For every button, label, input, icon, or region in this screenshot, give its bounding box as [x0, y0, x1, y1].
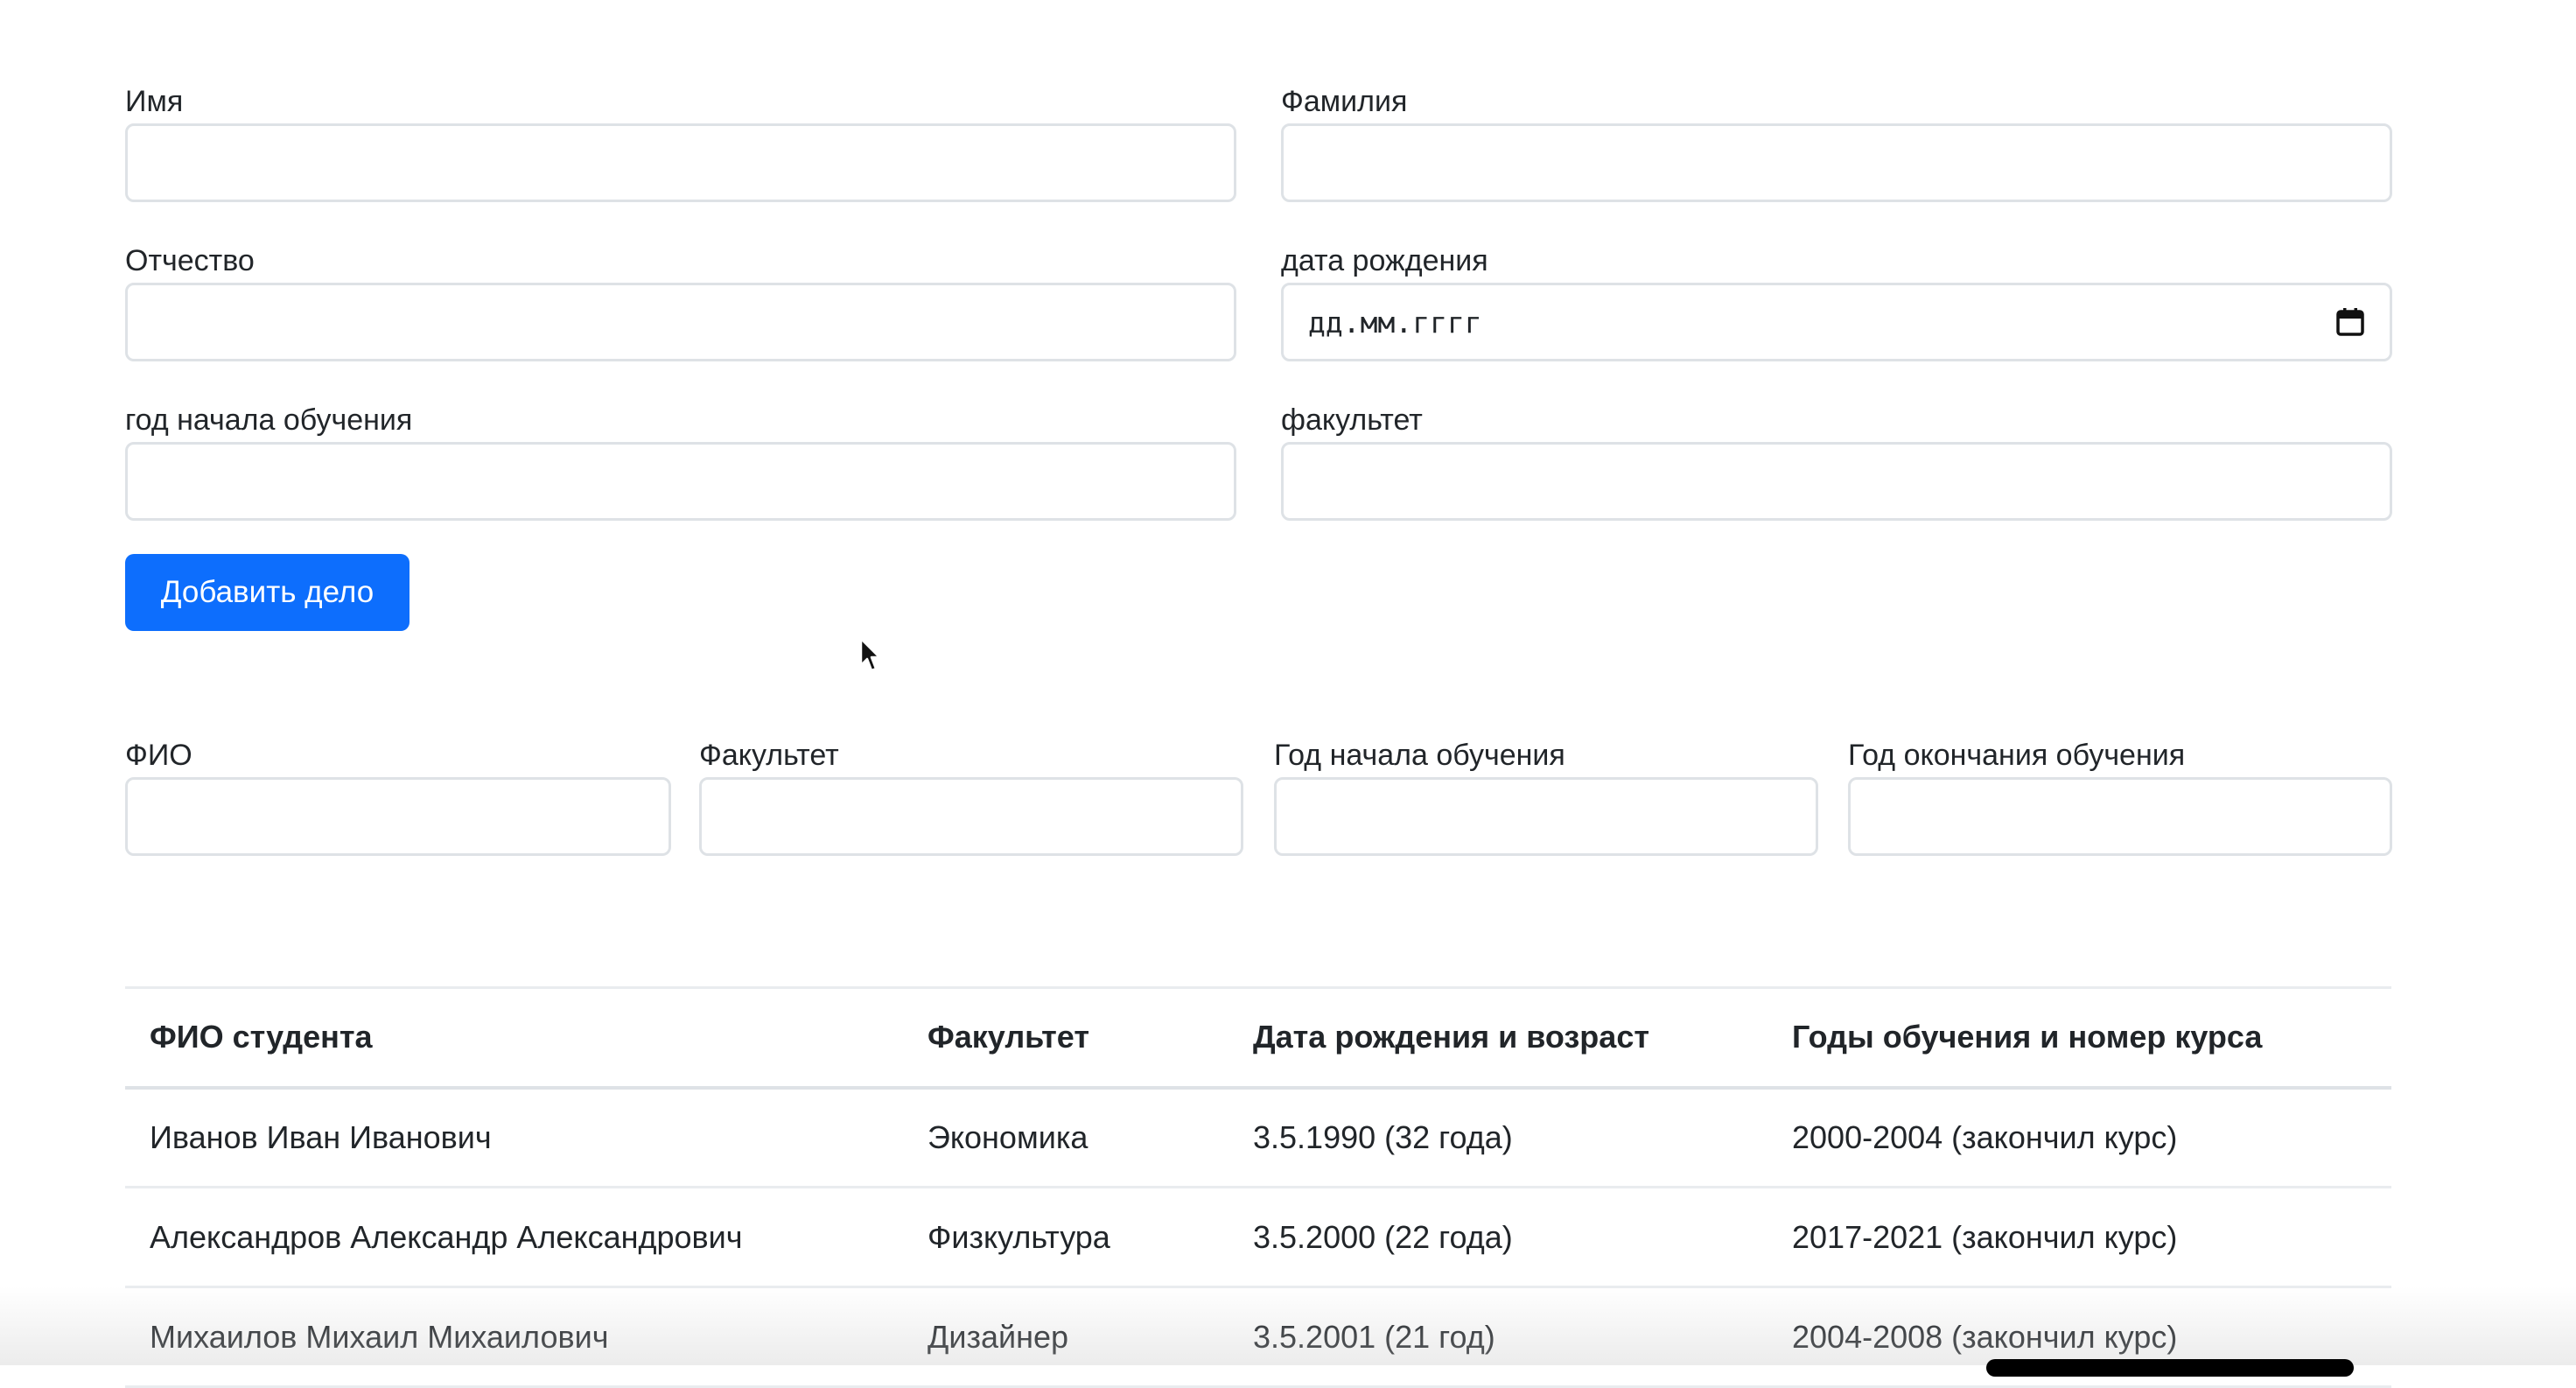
filter-start-year-label: Год начала обучения [1274, 739, 1565, 772]
students-table: ФИО студента Факультет Дата рождения и в… [125, 986, 2391, 1388]
overlay-bar [1986, 1359, 2354, 1377]
cell-study-years: 2017-2021 (закончил курс) [1792, 1218, 2178, 1255]
birth-date-input[interactable]: дд.мм.гггг [1281, 283, 2392, 361]
header-faculty[interactable]: Факультет [903, 988, 1228, 1088]
calendar-icon[interactable] [2335, 307, 2365, 337]
filter-start-year-input[interactable] [1274, 777, 1818, 856]
filter-faculty-input[interactable] [699, 777, 1243, 856]
first-name-label: Имя [125, 85, 184, 118]
start-year-label: год начала обучения [125, 403, 413, 437]
cell-faculty: Дизайнер [928, 1318, 1069, 1355]
filter-faculty-label: Факультет [699, 739, 839, 772]
cell-fio: Михаилов Михаил Михаилович [150, 1318, 609, 1355]
first-name-input[interactable] [125, 123, 1236, 202]
filter-fio-input[interactable] [125, 777, 671, 856]
filter-fio-label: ФИО [125, 739, 192, 772]
cell-fio: Иванов Иван Иванович [150, 1118, 492, 1155]
header-study-years[interactable]: Годы обучения и номер курса [1768, 988, 2391, 1088]
cell-faculty: Экономика [928, 1118, 1088, 1155]
table-row: Иванов Иван Иванович Экономика 3.5.1990 … [125, 1088, 2391, 1188]
faculty-label: факультет [1281, 403, 1423, 437]
last-name-input[interactable] [1281, 123, 2392, 202]
cell-fio: Александров Александр Александрович [150, 1218, 743, 1255]
filter-end-year-input[interactable] [1848, 777, 2392, 856]
header-fio[interactable]: ФИО студента [125, 988, 903, 1088]
patronymic-input[interactable] [125, 283, 1236, 361]
cell-study-years: 2000-2004 (закончил курс) [1792, 1118, 2178, 1155]
add-button[interactable]: Добавить дело [125, 554, 410, 631]
header-birth-date[interactable]: Дата рождения и возраст [1228, 988, 1768, 1088]
last-name-label: Фамилия [1281, 85, 1408, 118]
patronymic-label: Отчество [125, 244, 255, 277]
birth-date-placeholder: дд.мм.гггг [1308, 305, 1482, 340]
table-header-row: ФИО студента Факультет Дата рождения и в… [125, 987, 2391, 1088]
birth-date-label: дата рождения [1281, 244, 1488, 277]
cell-birth-date: 3.5.2001 (21 год) [1253, 1318, 1495, 1355]
cell-faculty: Физкультура [928, 1218, 1110, 1255]
cell-birth-date: 3.5.1990 (32 года) [1253, 1118, 1513, 1155]
table-row: Александров Александр Александрович Физк… [125, 1188, 2391, 1287]
cell-birth-date: 3.5.2000 (22 года) [1253, 1218, 1513, 1255]
start-year-input[interactable] [125, 442, 1236, 521]
faculty-input[interactable] [1281, 442, 2392, 521]
mouse-pointer-icon [859, 637, 881, 672]
filter-end-year-label: Год окончания обучения [1848, 739, 2186, 772]
